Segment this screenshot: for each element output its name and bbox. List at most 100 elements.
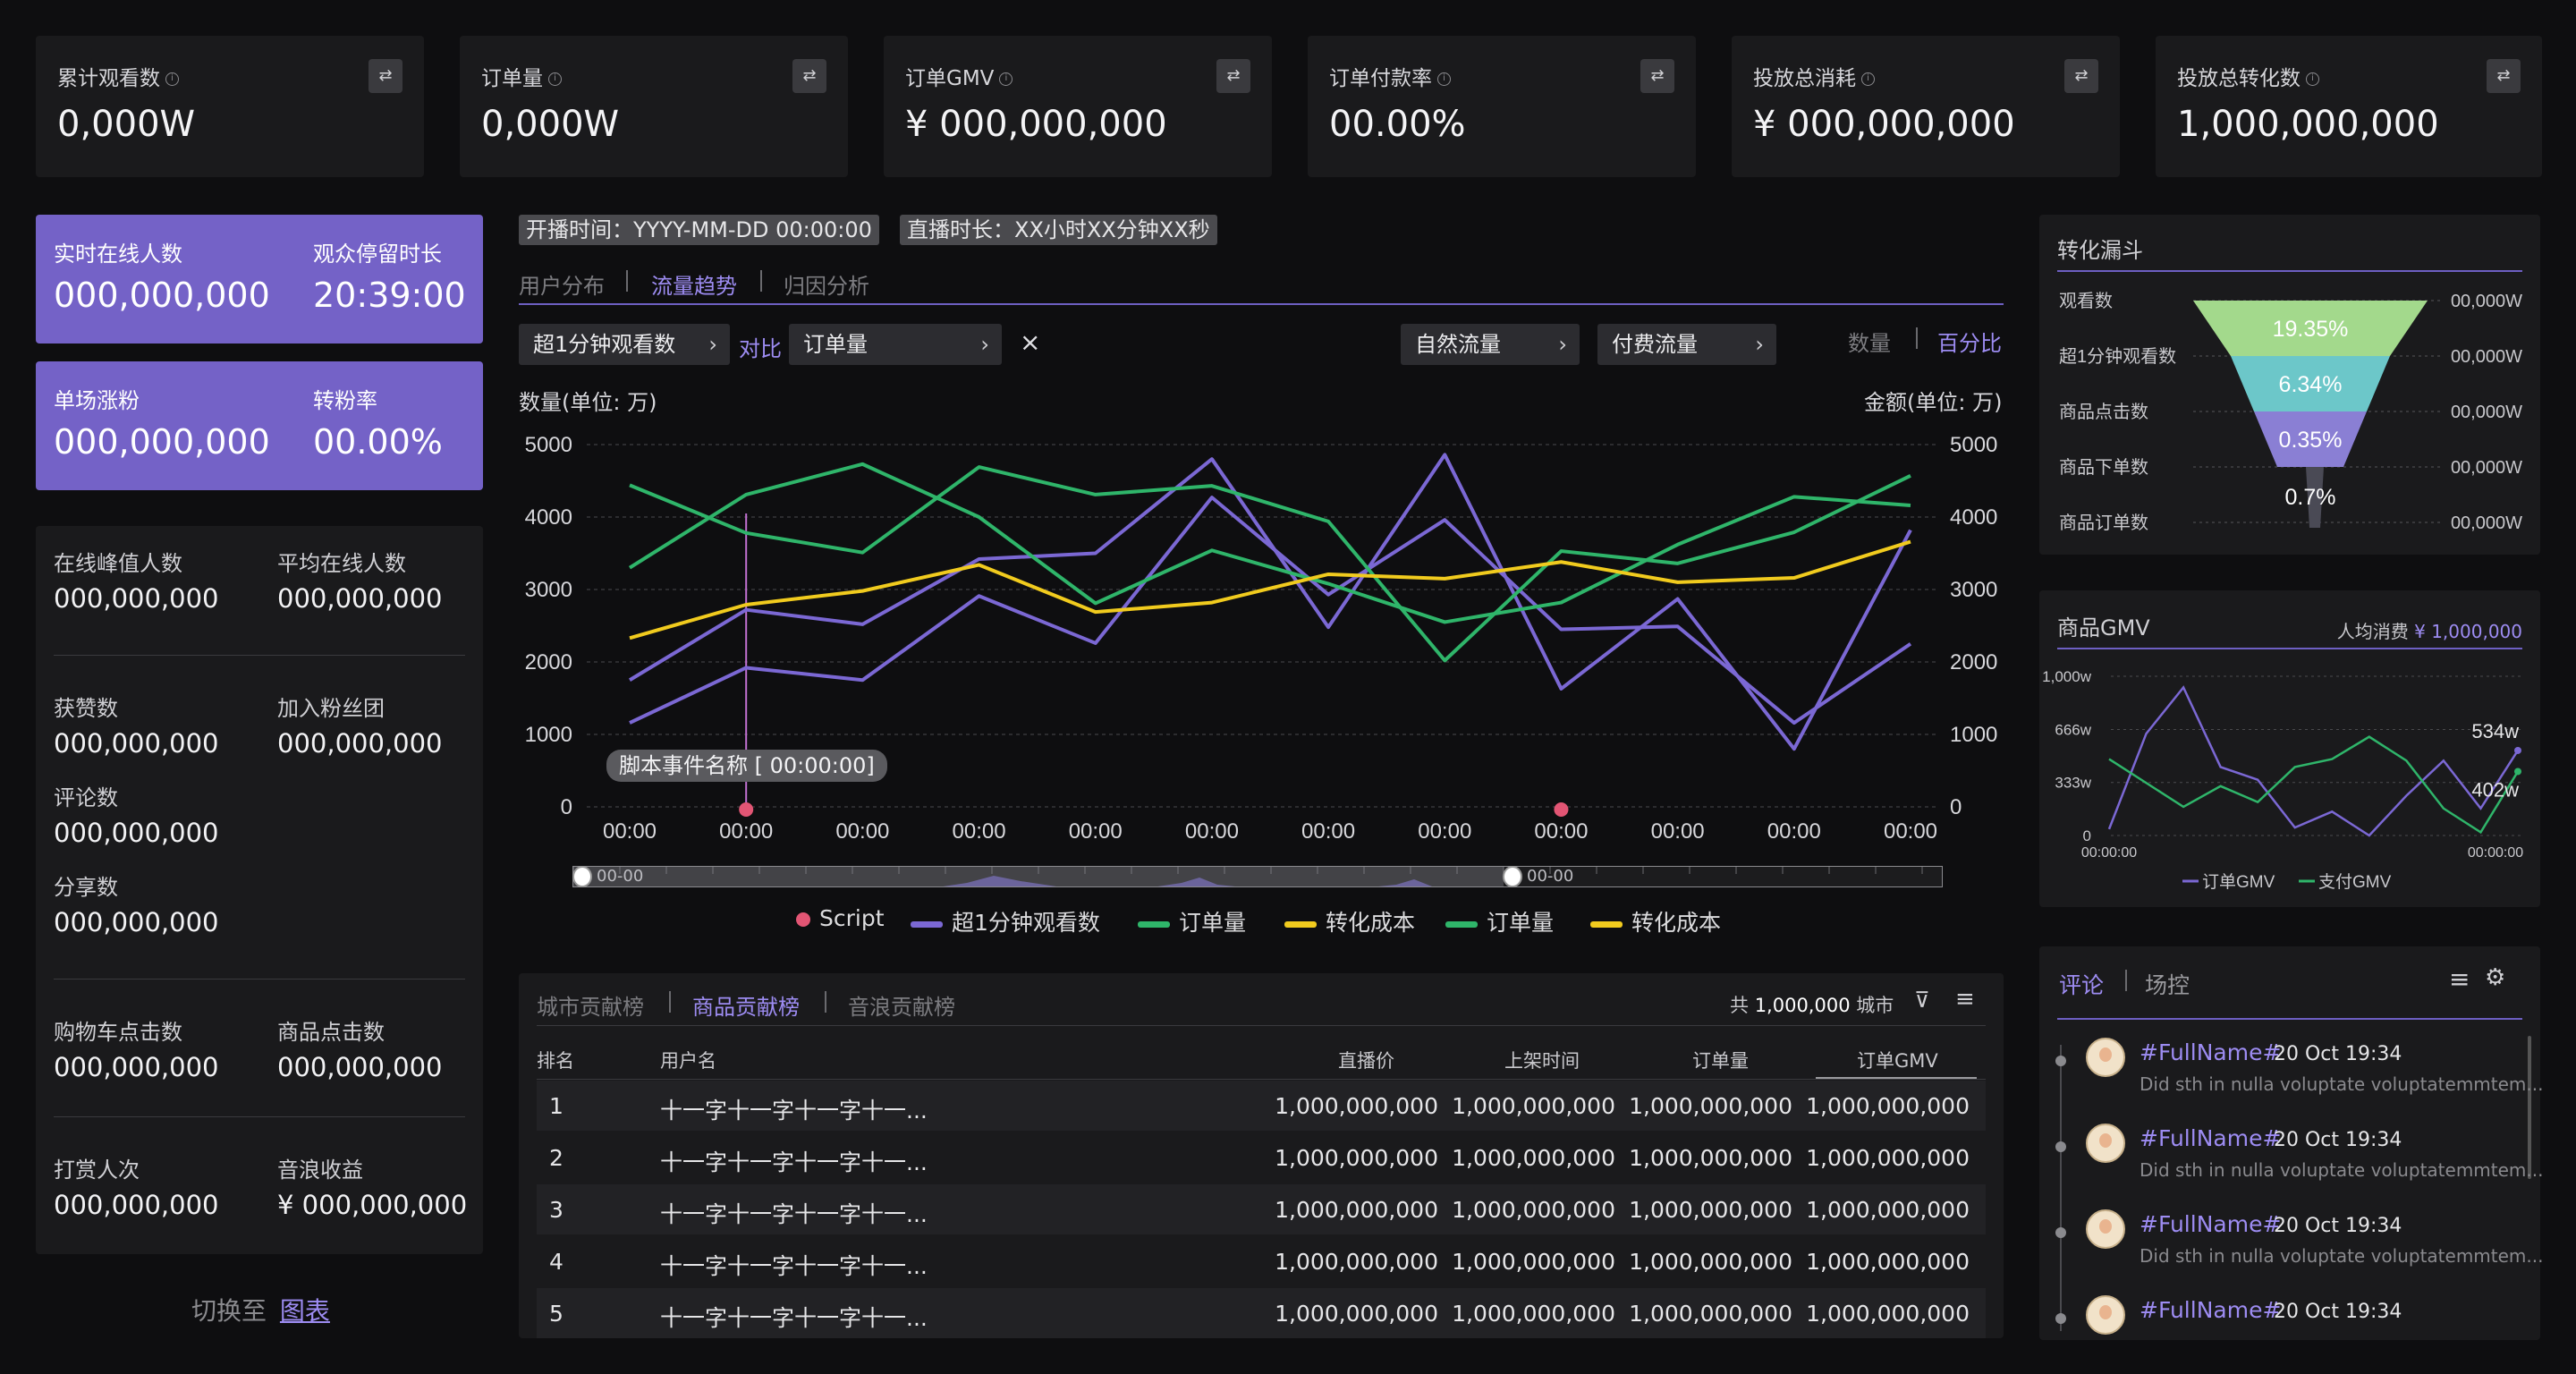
divider [537, 1025, 1986, 1026]
series-line [629, 465, 1911, 663]
table-cell: 1,000,000,000 [1629, 1249, 1792, 1275]
col-live-price[interactable]: 直播价 [1338, 1047, 1394, 1073]
legend-item[interactable]: 转化成本 [1590, 905, 1721, 937]
table-cell: 1,000,000,000 [1806, 1301, 1970, 1327]
tab-separator [2125, 970, 2127, 991]
gmv-legend-label: 支付GMV [2318, 872, 2392, 892]
slider-handle-start[interactable] [572, 866, 592, 887]
funnel-percent: 19.35% [2273, 317, 2349, 342]
funnel-stage-value: 00,000W [2451, 347, 2522, 367]
comment-timestamp: 20 Oct 19:34 [2274, 1301, 2402, 1323]
comment-author[interactable]: #FullName# [2140, 1211, 2281, 1237]
legend-marker [1138, 920, 1170, 928]
gmv-avg: 人均消费 ¥ 1,000,000 [2336, 621, 2522, 642]
comment-timestamp: 20 Oct 19:34 [2274, 1043, 2402, 1065]
col-orders[interactable]: 订单量 [1692, 1047, 1749, 1073]
table-cell: 1,000,000,000 [1275, 1301, 1438, 1327]
y-tick-label: 2000 [525, 650, 572, 674]
tab-control[interactable]: 场控 [2145, 968, 2190, 1000]
menu-icon[interactable]: ≡ [2449, 964, 2470, 994]
x-tick-label: 00:00 [1651, 819, 1705, 844]
x-tick-label: 00:00 [1884, 819, 1937, 844]
funnel-stage-value: 00,000W [2451, 513, 2522, 533]
legend-item[interactable]: 订单量 [1445, 905, 1554, 937]
avatar[interactable] [2086, 1209, 2125, 1249]
switch-prefix: 切换至 [191, 1296, 267, 1326]
legend-item[interactable]: Script [796, 905, 885, 931]
comment-timestamp: 20 Oct 19:34 [2274, 1215, 2402, 1237]
gear-icon[interactable]: ⚙ [2485, 964, 2505, 991]
funnel-stage-label: 商品点击数 [2059, 402, 2148, 422]
timeline-dot [2055, 1227, 2066, 1238]
funnel-stage-label: 商品下单数 [2059, 457, 2148, 478]
legend-label: 转化成本 [1326, 910, 1416, 936]
scrollbar[interactable] [2528, 1036, 2531, 1179]
script-point [1554, 802, 1569, 817]
legend-label: 转化成本 [1631, 910, 1722, 936]
table-cell: 1,000,000,000 [1629, 1301, 1792, 1327]
col-order-gmv[interactable]: 订单GMV [1857, 1047, 1938, 1073]
gmv-end-point [2514, 768, 2521, 776]
slider-selection [573, 867, 1504, 886]
avatar[interactable] [2086, 1124, 2125, 1163]
col-rank[interactable]: 排名 [537, 1047, 574, 1073]
legend-label: 订单量 [1487, 910, 1555, 936]
range-slider[interactable]: 00-00 00-00 [572, 866, 1943, 887]
table-cell: 1,000,000,000 [1452, 1249, 1615, 1275]
wave-label: 音浪收益 [277, 1158, 363, 1183]
y2-tick-label: 1000 [1950, 723, 1997, 747]
col-username[interactable]: 用户名 [660, 1047, 716, 1073]
legend-marker [1445, 920, 1478, 928]
legend-label: Script [819, 905, 885, 931]
legend-marker [1590, 920, 1623, 928]
timeline-dot [2055, 1056, 2066, 1066]
legend-item[interactable]: 订单量 [1138, 905, 1246, 937]
tab-wave-rank[interactable]: 音浪贡献榜 [848, 989, 955, 1021]
tab-comments[interactable]: 评论 [2059, 968, 2104, 1000]
legend-item[interactable]: 超1分钟观看数 [911, 905, 1100, 937]
comment-author[interactable]: #FullName# [2140, 1039, 2281, 1065]
x-tick-label: 00:00 [1185, 819, 1239, 844]
legend-item[interactable]: 转化成本 [1284, 905, 1415, 937]
table-cell: 1,000,000,000 [1275, 1093, 1438, 1119]
table-cell: 十一字十一字十一字十一... [660, 1149, 928, 1175]
table-cell: 1,000,000,000 [1806, 1145, 1970, 1171]
rank-total: 共 1,000,000 城市 [1730, 995, 1894, 1016]
tip-value: 000,000,000 [54, 1190, 219, 1220]
col-list-time[interactable]: 上架时间 [1504, 1047, 1580, 1073]
table-cell: 十一字十一字十一字十一... [660, 1253, 928, 1279]
switch-chart-link[interactable]: 图表 [280, 1296, 330, 1326]
table-cell: 十一字十一字十一字十一... [660, 1098, 928, 1124]
comment-author[interactable]: #FullName# [2140, 1297, 2281, 1323]
table-cell: 1,000,000,000 [1452, 1197, 1615, 1223]
slider-end-label: 00-00 [1527, 867, 1574, 886]
funnel-stage-label: 商品订单数 [2059, 513, 2148, 533]
x-tick-label: 00:00 [1767, 819, 1821, 844]
tab-product-rank[interactable]: 商品贡献榜 [692, 989, 800, 1021]
x-tick-label: 00:00 [603, 819, 657, 844]
table-cell: 1,000,000,000 [1806, 1197, 1970, 1223]
tab-city-rank[interactable]: 城市贡献榜 [537, 989, 644, 1021]
avatar[interactable] [2086, 1038, 2125, 1077]
gmv-series-line [2108, 735, 2520, 835]
table-cell: 1,000,000,000 [1629, 1093, 1792, 1119]
table-cell: 4 [549, 1249, 564, 1275]
cart-label: 购物车点击数 [54, 1020, 182, 1045]
avatar[interactable] [2086, 1295, 2125, 1335]
timeline-dot [2055, 1313, 2066, 1324]
table-cell: 1,000,000,000 [1629, 1197, 1792, 1223]
menu-icon[interactable]: ≡ [1955, 986, 1975, 1013]
y2-tick-label: 2000 [1950, 650, 1997, 674]
cart-value: 000,000,000 [54, 1052, 219, 1082]
slider-handle-end[interactable] [1503, 866, 1522, 887]
y2-tick-label: 0 [1950, 795, 1962, 819]
gmv-end-point [2514, 746, 2521, 754]
series-line [629, 496, 1912, 725]
funnel-stage-label: 观看数 [2059, 291, 2113, 311]
gmv-underline [2057, 648, 2522, 649]
gmv-y-tick: 0 [2083, 827, 2091, 844]
gmv-end-label: 534w [2471, 720, 2519, 742]
filter-clear-icon[interactable]: ⊽ [1914, 988, 1930, 1013]
table-cell: 5 [549, 1301, 564, 1327]
comment-author[interactable]: #FullName# [2140, 1125, 2281, 1151]
